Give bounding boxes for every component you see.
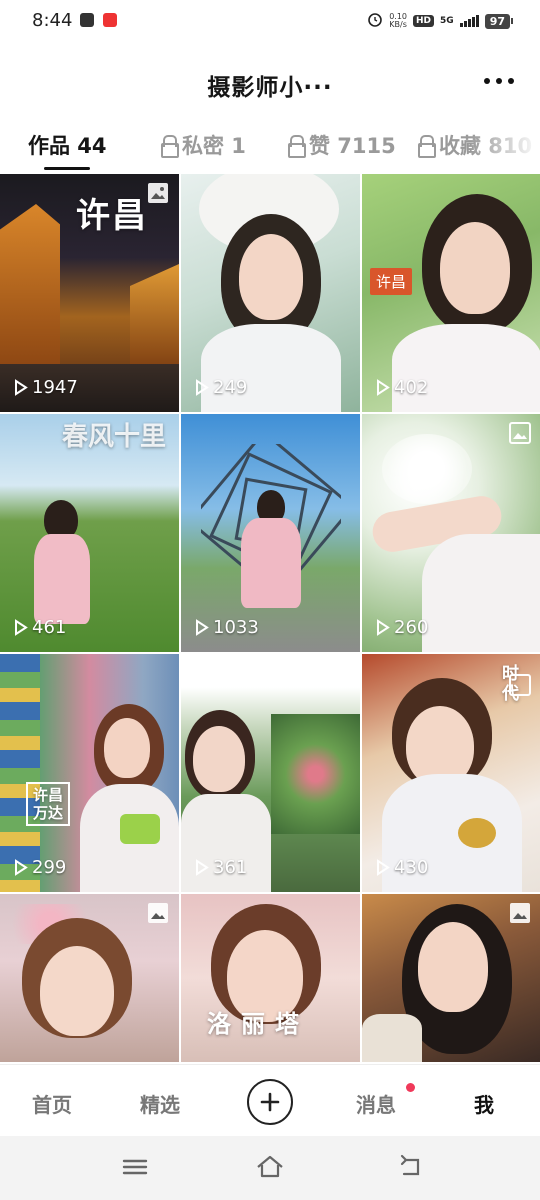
- video-tile[interactable]: 260: [362, 414, 540, 652]
- video-tile[interactable]: 许昌 402: [362, 174, 540, 412]
- profile-tabs: 作品 44 私密 1 赞 7115 收藏 810: [0, 120, 540, 172]
- video-tile[interactable]: 361: [181, 654, 360, 892]
- view-count: 249: [195, 377, 247, 398]
- tab-indicator: [44, 167, 90, 170]
- image-icon: [148, 183, 168, 203]
- net-speed-unit: KB/s: [389, 20, 407, 29]
- view-count-value: 361: [213, 857, 248, 878]
- plus-circle-icon[interactable]: [247, 1079, 293, 1125]
- video-tile[interactable]: 许昌 1947: [0, 174, 179, 412]
- video-tile[interactable]: 1033: [181, 414, 360, 652]
- view-count: 1947: [14, 377, 78, 398]
- play-icon: [376, 859, 390, 876]
- image-icon: [509, 674, 531, 696]
- video-tile[interactable]: 许昌万达 299: [0, 654, 179, 892]
- lock-icon: [287, 135, 306, 158]
- video-grid: 许昌 1947 249 许昌 402 春风十里 461 1033 260 许昌万…: [0, 174, 540, 1062]
- system-nav-bar: [0, 1136, 540, 1200]
- view-count-value: 249: [213, 377, 248, 398]
- notification-app-icon: [80, 13, 94, 27]
- notification-dot: [406, 1083, 415, 1092]
- status-bar: 8:44 0.10 KB/s HD 5G 97: [0, 0, 540, 42]
- nav-home[interactable]: 首页: [32, 1089, 72, 1118]
- play-icon: [195, 859, 209, 876]
- tab-private[interactable]: 私密 1: [160, 130, 246, 160]
- bottom-nav: 首页 精选 消息 我: [0, 1064, 540, 1136]
- page-title: 摄影师小···: [207, 75, 333, 101]
- video-tile[interactable]: [0, 894, 179, 1062]
- header: 摄影师小···: [0, 42, 540, 120]
- video-tile[interactable]: 洛丽塔: [181, 894, 360, 1062]
- view-count-value: 461: [32, 617, 67, 638]
- signal-icon: [459, 15, 479, 27]
- hd-badge: HD: [413, 15, 435, 27]
- view-count-value: 260: [394, 617, 429, 638]
- net-speed: 0.10 KB/s: [389, 13, 407, 29]
- play-icon: [195, 379, 209, 396]
- back-icon[interactable]: [396, 1154, 426, 1180]
- video-tile[interactable]: 时代 430: [362, 654, 540, 892]
- image-icon: [148, 903, 168, 923]
- view-count-value: 402: [394, 377, 429, 398]
- play-icon: [14, 379, 28, 396]
- lock-icon: [417, 135, 436, 158]
- view-count: 402: [376, 377, 428, 398]
- play-icon: [376, 619, 390, 636]
- view-count: 260: [376, 617, 428, 638]
- home-icon[interactable]: [255, 1154, 285, 1180]
- tile-title-text: 许昌万达: [26, 782, 70, 826]
- view-count-value: 299: [32, 857, 67, 878]
- tile-title-text: 洛丽塔: [207, 1010, 309, 1038]
- tab-likes-label: 赞 7115: [309, 134, 396, 158]
- view-count: 361: [195, 857, 247, 878]
- play-icon: [14, 619, 28, 636]
- nav-me[interactable]: 我: [474, 1089, 494, 1118]
- tile-title-text: 春风十里: [62, 422, 167, 452]
- menu-icon[interactable]: [120, 1154, 150, 1180]
- network-type: 5G: [440, 16, 454, 26]
- view-count: 430: [376, 857, 428, 878]
- video-tile[interactable]: [362, 894, 540, 1062]
- image-icon: [328, 662, 350, 684]
- nav-messages[interactable]: 消息: [356, 1089, 396, 1118]
- image-icon: [510, 903, 530, 923]
- play-icon: [376, 379, 390, 396]
- tab-works-label: 作品 44: [28, 134, 107, 158]
- play-icon: [195, 619, 209, 636]
- hdr-notification-icon: [103, 13, 117, 27]
- tab-works[interactable]: 作品 44: [28, 130, 107, 160]
- tab-private-label: 私密 1: [182, 134, 246, 158]
- view-count-value: 430: [394, 857, 429, 878]
- view-count: 461: [14, 617, 66, 638]
- video-tile[interactable]: 249: [181, 174, 360, 412]
- video-tile[interactable]: 春风十里 461: [0, 414, 179, 652]
- view-count: 299: [14, 857, 66, 878]
- status-time: 8:44: [32, 10, 73, 31]
- alarm-icon: [367, 11, 383, 31]
- view-count: 1033: [195, 617, 259, 638]
- tab-likes[interactable]: 赞 7115: [287, 130, 396, 160]
- view-count-value: 1033: [213, 617, 259, 638]
- lock-icon: [160, 135, 179, 158]
- battery-indicator: 97: [484, 13, 514, 29]
- play-icon: [14, 859, 28, 876]
- tile-title-text: 许昌: [76, 196, 148, 236]
- location-tag: 许昌: [370, 268, 413, 295]
- nav-featured[interactable]: 精选: [140, 1089, 180, 1118]
- image-icon: [509, 422, 531, 444]
- view-count-value: 1947: [32, 377, 78, 398]
- more-horizontal-icon[interactable]: [484, 78, 514, 84]
